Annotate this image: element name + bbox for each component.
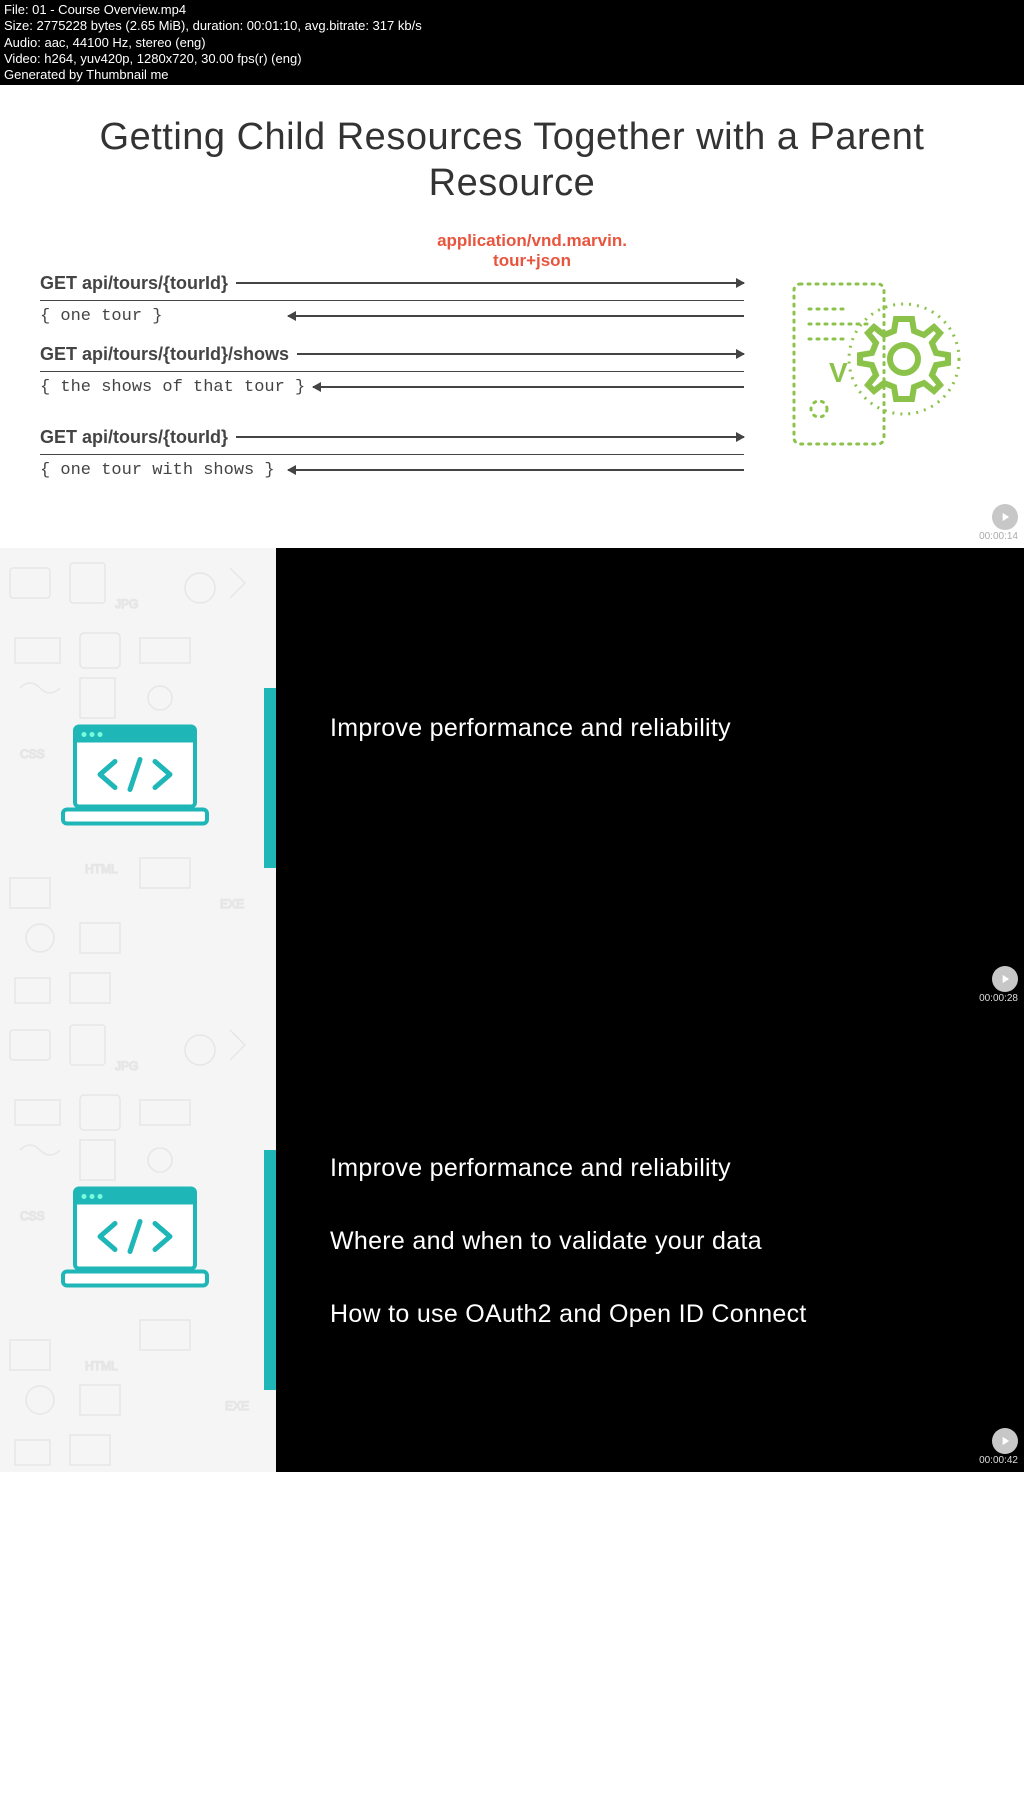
- arrow-left-icon: [313, 386, 744, 388]
- slide-title: Getting Child Resources Together with a …: [40, 115, 984, 206]
- svg-text:CSS: CSS: [20, 747, 45, 761]
- teal-accent-bar: [264, 1150, 276, 1390]
- timestamp: 00:00:42: [979, 1455, 1018, 1466]
- svg-text:EXE: EXE: [225, 1399, 249, 1413]
- thumbnail-frame-1: Getting Child Resources Together with a …: [0, 85, 1024, 548]
- meta-video: Video: h264, yuv420p, 1280x720, 30.00 fp…: [4, 51, 1020, 67]
- svg-text:JPG: JPG: [115, 1059, 138, 1073]
- teal-accent-bar: [264, 688, 276, 868]
- timestamp: 00:00:28: [979, 993, 1018, 1004]
- api-response: { one tour with shows }: [40, 461, 280, 480]
- play-icon[interactable]: [992, 966, 1018, 992]
- meta-audio: Audio: aac, 44100 Hz, stereo (eng): [4, 35, 1020, 51]
- api-block-2: GET api/tours/{tourId}/shows { the shows…: [40, 344, 744, 397]
- play-badge: 00:00:14: [979, 504, 1018, 542]
- mime-type-label: application/vnd.marvin. tour+json: [320, 231, 744, 270]
- arrow-left-icon: [288, 315, 744, 317]
- arrow-left-icon: [288, 469, 744, 471]
- slide-content: Improve performance and reliability Wher…: [276, 1010, 1024, 1472]
- svg-text:CSS: CSS: [20, 1209, 45, 1223]
- bullet-line: Improve performance and reliability: [330, 1154, 970, 1183]
- video-metadata-bar: File: 01 - Course Overview.mp4 Size: 277…: [0, 0, 1024, 85]
- api-request: GET api/tours/{tourId}: [40, 273, 228, 294]
- svg-text:HTML: HTML: [85, 1359, 118, 1373]
- server-gear-icon: V: [764, 231, 984, 497]
- api-request: GET api/tours/{tourId}/shows: [40, 344, 289, 365]
- play-badge: 00:00:42: [979, 1428, 1018, 1466]
- api-response: { the shows of that tour }: [40, 378, 305, 397]
- bullet-line: Where and when to validate your data: [330, 1227, 970, 1256]
- play-icon[interactable]: [992, 1428, 1018, 1454]
- svg-text:EXE: EXE: [220, 897, 244, 911]
- play-badge: 00:00:28: [979, 966, 1018, 1004]
- play-icon[interactable]: [992, 504, 1018, 530]
- meta-size: Size: 2775228 bytes (2.65 MiB), duration…: [4, 18, 1020, 34]
- sidebar-pattern: JPG HTML EXE CSS: [0, 548, 276, 1010]
- laptop-code-icon: [60, 1184, 210, 1299]
- thumbnail-frame-2: JPG HTML EXE CSS Improve perform: [0, 548, 1024, 1010]
- api-block-3: GET api/tours/{tourId} { one tour with s…: [40, 427, 744, 480]
- laptop-code-icon: [60, 722, 210, 837]
- svg-text:HTML: HTML: [85, 862, 118, 876]
- sidebar-pattern: JPG CSS HTML EXE: [0, 1010, 276, 1472]
- meta-generator: Generated by Thumbnail me: [4, 67, 1020, 83]
- api-block-1: GET api/tours/{tourId} { one tour }: [40, 273, 744, 326]
- svg-text:V: V: [829, 357, 848, 388]
- bullet-line: How to use OAuth2 and Open ID Connect: [330, 1300, 970, 1329]
- bullet-line: Improve performance and reliability: [330, 714, 970, 743]
- slide-content: Improve performance and reliability 00:0…: [276, 548, 1024, 1010]
- arrow-right-icon: [236, 282, 744, 284]
- arrow-right-icon: [297, 353, 744, 355]
- api-request: GET api/tours/{tourId}: [40, 427, 228, 448]
- arrow-right-icon: [236, 436, 744, 438]
- thumbnail-frame-3: JPG CSS HTML EXE Impr: [0, 1010, 1024, 1472]
- meta-file: File: 01 - Course Overview.mp4: [4, 2, 1020, 18]
- timestamp: 00:00:14: [979, 531, 1018, 542]
- api-response: { one tour }: [40, 307, 280, 326]
- svg-text:JPG: JPG: [115, 597, 138, 611]
